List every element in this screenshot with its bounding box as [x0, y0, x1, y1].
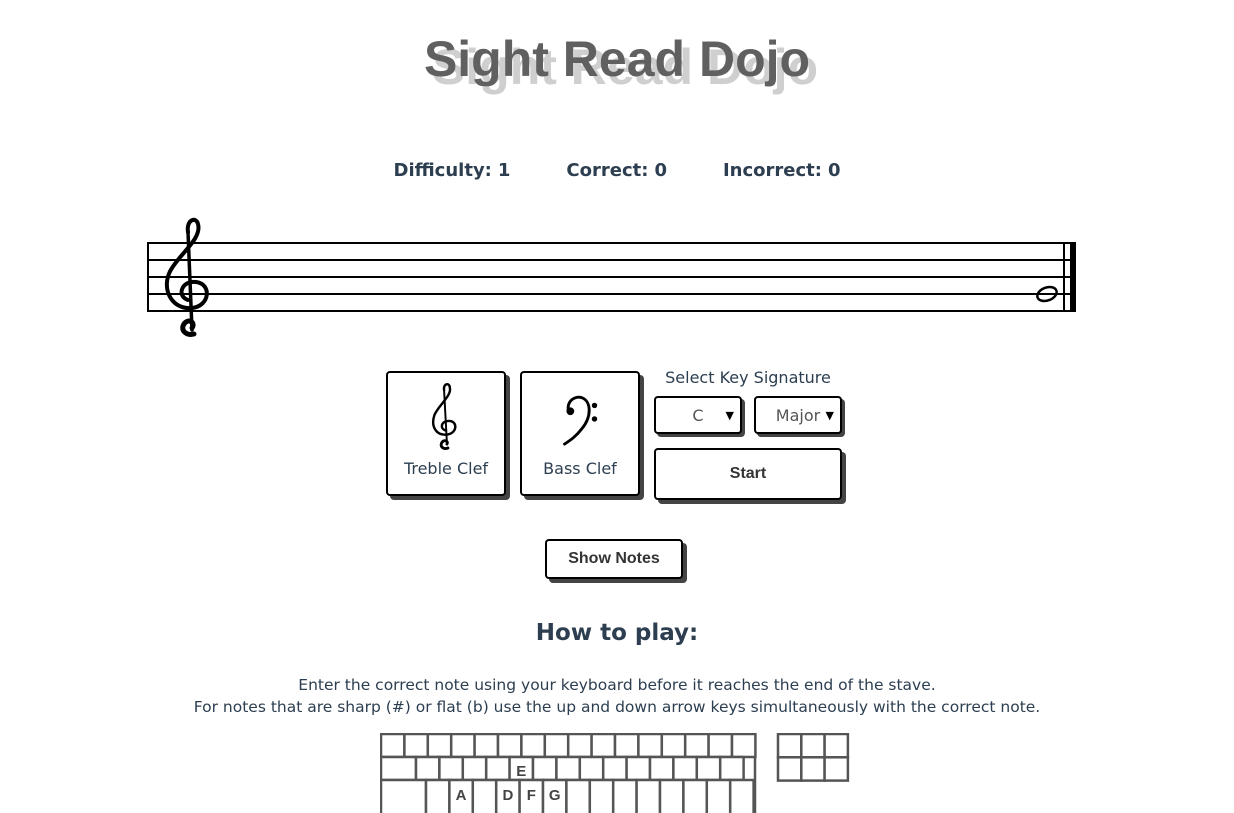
- keyboard-key: [531, 755, 558, 782]
- keyboard-key: [578, 755, 605, 782]
- keyboard-key: [520, 733, 547, 759]
- keyboard-key: [380, 733, 406, 759]
- incorrect-label: Incorrect:: [722, 160, 822, 181]
- keyboard-key: [648, 755, 675, 782]
- instructions: Enter the correct note using your keyboa…: [0, 674, 1234, 718]
- keyboard-key: [625, 755, 652, 782]
- stave-thick-barline: [1070, 242, 1076, 312]
- treble-clef-icon: [432, 383, 457, 450]
- incorrect-stat: Incorrect: 0: [723, 160, 841, 181]
- keyboard-key: [380, 778, 428, 813]
- keyboard-key: [566, 733, 593, 759]
- instruction-line-1: Enter the correct note using your keyboa…: [298, 676, 936, 694]
- keyboard-key: [590, 733, 617, 759]
- keyboard-key: [588, 778, 615, 813]
- numpad-key: [776, 756, 803, 782]
- keyboard-key: [635, 778, 662, 813]
- keyboard-key: [728, 778, 755, 813]
- keyboard-key: [707, 733, 734, 759]
- keyboard-key: [555, 755, 582, 782]
- numpad-key: [823, 733, 850, 759]
- bass-clef-label: Bass Clef: [543, 459, 617, 478]
- key-signature-title: Select Key Signature: [665, 368, 831, 387]
- difficulty-label: Difficulty:: [393, 160, 492, 181]
- app-title: Sight Read Dojo: [423, 31, 811, 87]
- keyboard-key: [473, 733, 500, 759]
- keyboard-key: [424, 778, 451, 813]
- music-stave: [147, 217, 1076, 337]
- keyboard-key: [484, 755, 511, 782]
- keyboard-key-label: E: [516, 763, 526, 780]
- difficulty-stat: Difficulty: 1: [394, 160, 511, 181]
- mode-select-value: Major: [775, 405, 821, 425]
- keyboard-key-label: A: [456, 787, 467, 804]
- how-to-play-heading: How to play:: [535, 620, 699, 646]
- keyboard-key: [660, 733, 687, 759]
- keyboard-diagram: E A D F G: [380, 733, 850, 813]
- instruction-line-2: For notes that are sharp (#) or flat (b)…: [193, 698, 1041, 716]
- keyboard-key: [496, 733, 523, 759]
- start-button[interactable]: Start: [654, 448, 842, 500]
- keyboard-key: [601, 755, 628, 782]
- keyboard-key: [380, 755, 418, 782]
- stave-lines: [147, 242, 1074, 312]
- keyboard-key: [543, 733, 570, 759]
- mode-select[interactable]: Major ▼: [754, 396, 842, 434]
- keyboard-key: [471, 778, 498, 813]
- incorrect-value: 0: [827, 160, 841, 181]
- keyboard-key: [565, 778, 592, 813]
- chevron-down-icon: ▼: [725, 409, 734, 422]
- keyboard-key-label: F: [527, 787, 536, 804]
- keyboard-key: [682, 778, 709, 813]
- keyboard-key: [449, 733, 476, 759]
- tonic-select-value: C: [692, 405, 704, 425]
- keyboard-key: [414, 755, 441, 782]
- correct-label: Correct:: [566, 160, 649, 181]
- keyboard-key: [658, 778, 685, 813]
- chevron-down-icon: ▼: [825, 409, 834, 422]
- keyboard-key: [613, 733, 640, 759]
- keyboard-key: [611, 778, 638, 813]
- correct-value: 0: [654, 160, 667, 181]
- tonic-select[interactable]: C ▼: [654, 396, 742, 434]
- show-notes-button[interactable]: Show Notes: [545, 539, 683, 579]
- keyboard-key: [461, 755, 488, 782]
- keyboard-key: [683, 733, 710, 759]
- keyboard-key: [672, 755, 699, 782]
- keyboard-key-label: D: [502, 787, 513, 804]
- keyboard-key: [426, 733, 453, 759]
- numpad-key: [823, 756, 850, 782]
- numpad-key: [776, 733, 803, 759]
- keyboard-key: [705, 778, 732, 813]
- treble-clef-button[interactable]: Treble Clef: [386, 371, 506, 496]
- keyboard-key: [718, 755, 745, 782]
- treble-clef-label: Treble Clef: [403, 459, 489, 478]
- keyboard-key-label: G: [549, 787, 561, 804]
- numpad-key: [800, 733, 826, 759]
- keyboard-key: [637, 733, 664, 759]
- keyboard-key: [730, 733, 757, 759]
- numpad-key: [800, 756, 826, 782]
- keyboard-key: [403, 733, 430, 759]
- keyboard-key: [695, 755, 722, 782]
- bass-clef-icon: [563, 395, 598, 446]
- difficulty-value: 1: [497, 160, 511, 181]
- score-bar: Difficulty: 1 Correct: 0 Incorrect: 0: [0, 160, 1234, 181]
- keyboard-key: [438, 755, 465, 782]
- correct-stat: Correct: 0: [566, 160, 667, 181]
- bass-clef-button[interactable]: Bass Clef: [520, 371, 640, 496]
